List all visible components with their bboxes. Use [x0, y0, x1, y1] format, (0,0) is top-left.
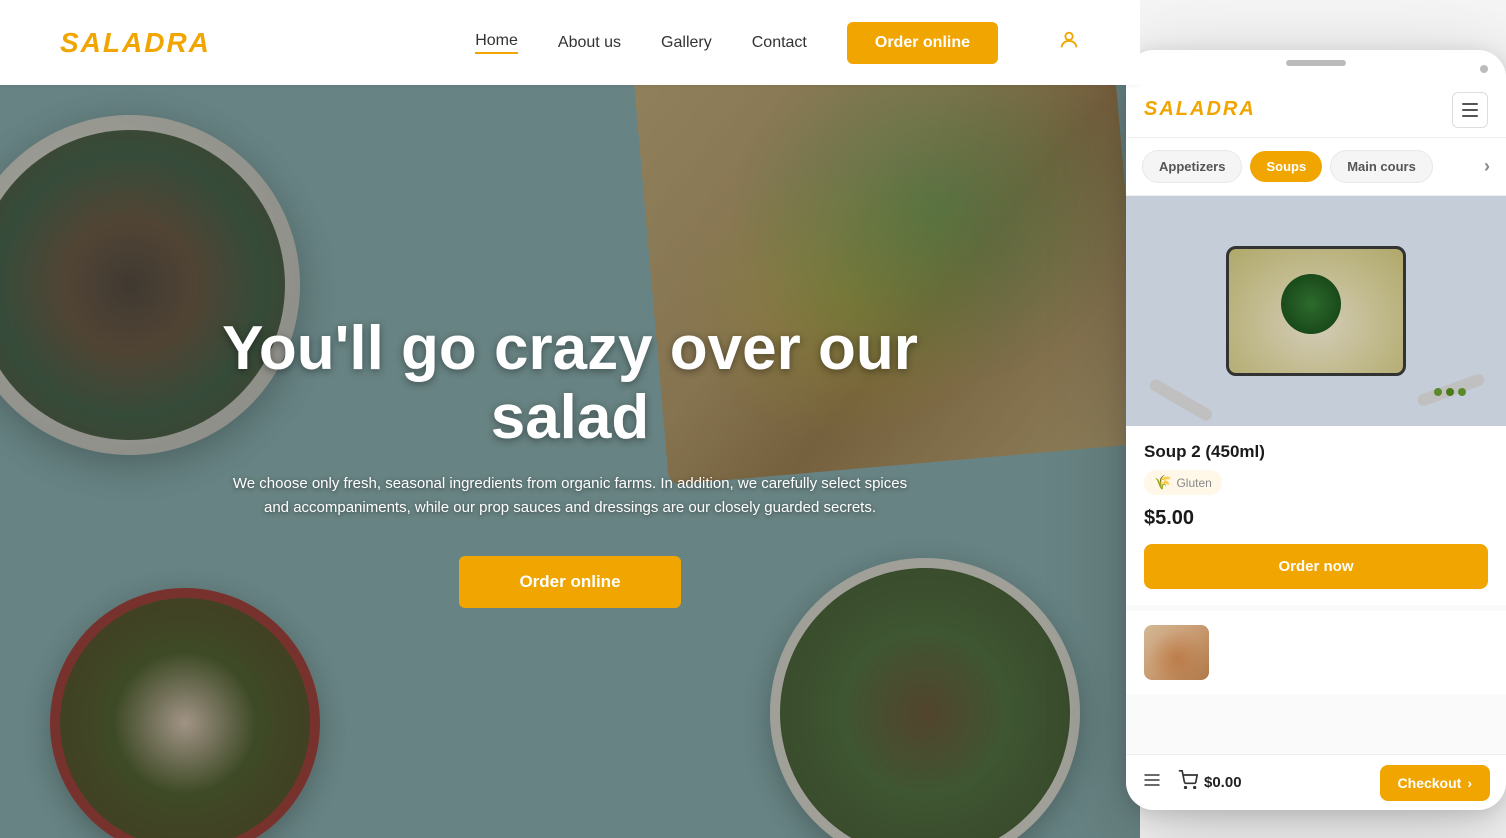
food-card-price: $5.00 — [1144, 507, 1488, 530]
tab-soups[interactable]: Soups — [1250, 151, 1322, 182]
status-notch — [1286, 60, 1346, 66]
peek-card-image — [1144, 625, 1209, 680]
checkout-arrow-icon: › — [1467, 775, 1472, 791]
food-card-soup2: Soup 2 (450ml) 🌾 Gluten $5.00 Order now — [1126, 196, 1506, 605]
menu-line-1 — [1462, 103, 1478, 105]
tag-label: Gluten — [1176, 476, 1211, 490]
nav-item-about[interactable]: About us — [558, 34, 621, 52]
hero-title: You'll go crazy over our salad — [180, 315, 960, 451]
soup-bowl — [1226, 246, 1406, 376]
nav-item-gallery[interactable]: Gallery — [661, 34, 712, 52]
peas-decoration — [1434, 388, 1466, 396]
checkout-button[interactable]: Checkout › — [1380, 765, 1490, 801]
hero-order-button[interactable]: Order online — [459, 556, 680, 608]
nav-item-contact[interactable]: Contact — [752, 34, 807, 52]
desktop-website: SALADRA Home About us Gallery Contact Or… — [0, 0, 1140, 838]
category-tabs: Appetizers Soups Main cours › — [1126, 138, 1506, 196]
app-logo: SALADRA — [1144, 98, 1256, 121]
tab-main-course[interactable]: Main cours — [1330, 150, 1433, 183]
nav-item-home[interactable]: Home — [475, 32, 518, 54]
food-card-peek — [1126, 605, 1506, 694]
categories-more-icon[interactable]: › — [1484, 156, 1490, 177]
header-order-button[interactable]: Order online — [847, 22, 998, 64]
gluten-icon: 🌾 — [1154, 474, 1171, 491]
hero-subtitle: We choose only fresh, seasonal ingredien… — [220, 472, 920, 520]
hero-section: You'll go crazy over our salad We choose… — [0, 85, 1140, 838]
site-nav: Home About us Gallery Contact Order onli… — [475, 22, 1080, 64]
cart-area: $0.00 — [1178, 770, 1242, 795]
menu-line-2 — [1462, 109, 1478, 111]
cart-icon[interactable] — [1178, 770, 1198, 795]
mobile-app-panel: SALADRA Appetizers Soups Main cours › — [1126, 50, 1506, 810]
app-bottom-bar: $0.00 Checkout › — [1126, 754, 1506, 810]
status-dot — [1480, 65, 1488, 73]
menu-line-3 — [1462, 115, 1478, 117]
app-header: SALADRA — [1126, 82, 1506, 138]
food-card-name: Soup 2 (450ml) — [1144, 442, 1488, 462]
food-order-now-button[interactable]: Order now — [1144, 544, 1488, 589]
status-bar — [1126, 50, 1506, 82]
food-card-image — [1126, 196, 1506, 426]
cart-amount: $0.00 — [1204, 774, 1242, 791]
food-card-details: Soup 2 (450ml) 🌾 Gluten $5.00 Order now — [1126, 426, 1506, 605]
site-header: SALADRA Home About us Gallery Contact Or… — [0, 0, 1140, 85]
food-card-tag: 🌾 Gluten — [1144, 470, 1222, 495]
tab-appetizers[interactable]: Appetizers — [1142, 150, 1242, 183]
hero-content: You'll go crazy over our salad We choose… — [120, 315, 1020, 607]
app-menu-button[interactable] — [1452, 92, 1488, 128]
food-content-area: Soup 2 (450ml) 🌾 Gluten $5.00 Order now — [1126, 196, 1506, 754]
site-logo: SALADRA — [60, 27, 211, 59]
user-profile-icon[interactable] — [1058, 29, 1080, 57]
bottom-menu-button[interactable] — [1142, 770, 1162, 795]
